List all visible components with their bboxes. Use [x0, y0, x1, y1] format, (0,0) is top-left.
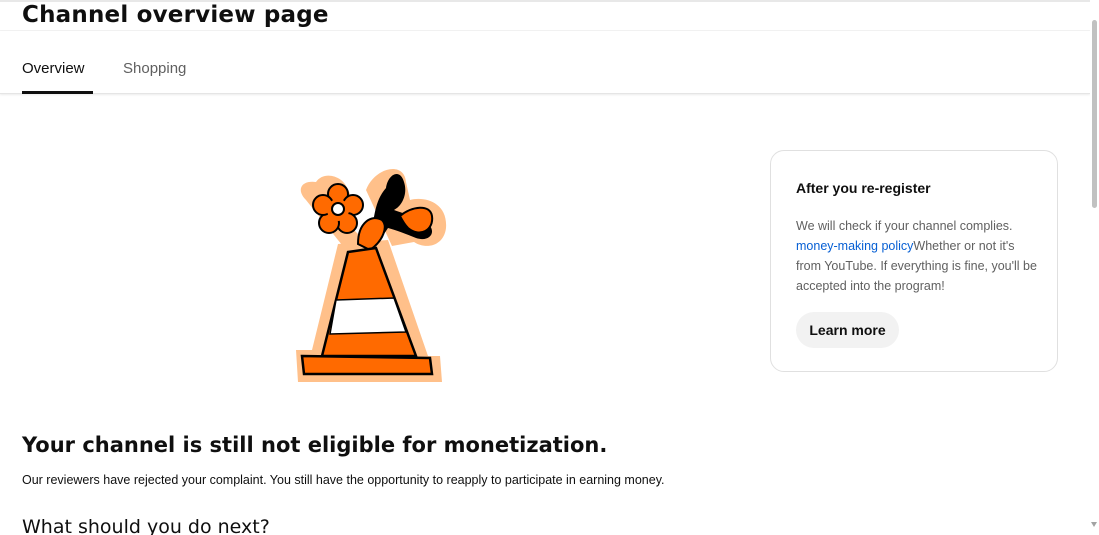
eligibility-headline: Your channel is still not eligible for m… [22, 433, 608, 457]
scrollbar-thumb[interactable] [1092, 20, 1097, 208]
tab-overview[interactable]: Overview [22, 60, 85, 77]
card-body-start: We will check if your channel complies. [796, 219, 1013, 233]
scroll-down-arrow-icon[interactable] [1091, 522, 1097, 527]
page-title: Channel overview page [22, 2, 329, 28]
tab-shopping[interactable]: Shopping [123, 60, 186, 77]
next-steps-heading: What should you do next? [22, 516, 270, 535]
traffic-cone-with-flowers-icon [296, 160, 448, 386]
money-making-policy-link[interactable]: money-making policy [796, 239, 913, 253]
card-body: We will check if your channel complies. m… [796, 216, 1041, 296]
active-tab-indicator [22, 91, 93, 94]
eligibility-subtext: Our reviewers have rejected your complai… [22, 473, 665, 487]
vertical-scrollbar[interactable] [1090, 0, 1099, 535]
re-register-info-card: After you re-register We will check if y… [770, 150, 1058, 372]
channel-overview-page: Channel overview page Overview Shopping [0, 0, 1099, 535]
learn-more-button[interactable]: Learn more [796, 312, 899, 348]
card-title: After you re-register [796, 180, 931, 196]
tab-bar: Overview Shopping [0, 31, 1090, 94]
